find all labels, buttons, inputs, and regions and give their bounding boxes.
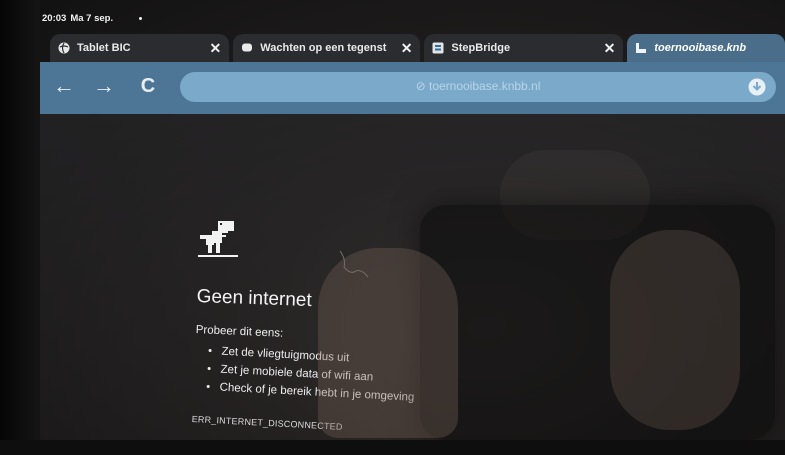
url-text: ⊘ toernooibase.knbb.nl [415,79,541,93]
tab-title: Wachten op een tegenst [260,42,387,54]
error-code: ERR_INTERNET_DISCONNECTED [191,414,343,432]
tablet-screen: 20:03 Ma 7 sep. Tablet BIC ✕ Wachten op … [0,0,785,455]
tab-wachten[interactable]: Wachten op een tegenst ✕ [233,34,421,62]
error-title: Geen internet [196,286,313,312]
download-icon[interactable] [748,78,766,96]
close-icon[interactable]: ✕ [401,40,413,57]
address-bar[interactable]: ⊘ toernooibase.knbb.nl [180,72,776,102]
dinosaur-icon [198,221,238,257]
tab-strip: Tablet BIC ✕ Wachten op een tegenst ✕ St… [50,30,785,62]
browser-toolbar: ← → C ⊘ toernooibase.knbb.nl [40,62,785,114]
tab-title: StepBridge [451,42,511,54]
status-date: Ma 7 sep. [70,12,114,24]
tablet-bezel-bottom [0,440,785,455]
close-icon[interactable]: ✕ [210,40,222,57]
status-time: 20:03 [42,12,67,24]
suggestions-list: Zet de vliegtuigmodus uit Zet je mobiele… [207,342,417,407]
tablet-bezel-left [0,0,40,455]
tab-toernooibase[interactable]: toernooibase.knb [627,34,785,62]
chat-icon [242,43,253,52]
suggestions-heading: Probeer dit eens: [195,324,284,340]
status-bar: 20:03 Ma 7 sep. [42,10,143,26]
close-icon[interactable]: ✕ [604,40,616,57]
error-page: Geen internet Probeer dit eens: Zet de v… [40,114,785,455]
back-button[interactable]: ← [52,74,76,98]
tab-tablet-bic[interactable]: Tablet BIC ✕ [50,34,230,62]
stepbridge-icon [432,42,444,54]
reload-button[interactable]: C [136,74,160,98]
globe-icon [58,42,70,54]
tab-stepbridge[interactable]: StepBridge ✕ [424,34,624,62]
status-dot [139,16,143,20]
tab-title: toernooibase.knb [654,42,747,54]
toernooibase-icon [636,43,647,53]
tab-title: Tablet BIC [77,42,131,54]
screen-scratch [339,250,369,278]
forward-button[interactable]: → [92,74,116,98]
